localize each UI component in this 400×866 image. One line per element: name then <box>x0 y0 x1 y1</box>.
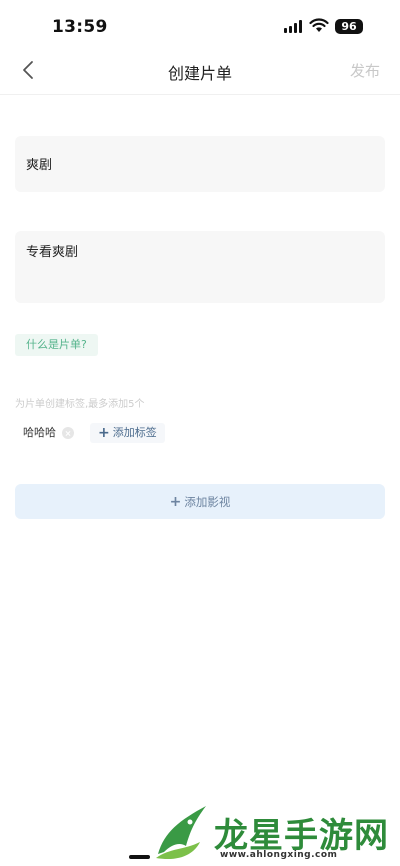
tag-hint-text: 为片单创建标签,最多添加5个 <box>15 399 145 410</box>
site-watermark: 龙星手游网 www.ahlongxing.com <box>150 800 400 866</box>
plus-icon: + <box>169 493 182 510</box>
add-tag-button[interactable]: + 添加标签 <box>90 423 165 443</box>
home-indicator <box>129 855 150 859</box>
list-description-field[interactable]: 专看爽剧 <box>15 231 385 303</box>
watermark-url: www.ahlongxing.com <box>220 850 338 860</box>
what-is-list-link[interactable]: 什么是片单? <box>15 334 98 356</box>
add-media-label: 添加影视 <box>184 494 231 509</box>
dragon-logo-icon <box>156 806 206 860</box>
status-time: 13:59 <box>52 17 108 37</box>
plus-icon: + <box>98 425 110 441</box>
page-title: 创建片单 <box>167 64 232 83</box>
status-bar: 13:59 96 <box>0 0 400 48</box>
cellular-signal-icon <box>284 20 304 33</box>
add-tag-label: 添加标签 <box>112 426 157 439</box>
add-media-button[interactable]: + 添加影视 <box>15 484 385 519</box>
list-title-field[interactable]: 爽剧 <box>15 136 385 192</box>
publish-button[interactable]: 发布 <box>350 60 380 81</box>
wifi-icon <box>309 18 329 32</box>
remove-tag-icon[interactable] <box>62 427 74 439</box>
tag-label: 哈哈哈 <box>23 426 56 439</box>
battery-indicator: 96 <box>335 19 363 34</box>
nav-bar: 创建片单 发布 <box>0 48 400 95</box>
tag-chip: 哈哈哈 <box>15 423 80 443</box>
